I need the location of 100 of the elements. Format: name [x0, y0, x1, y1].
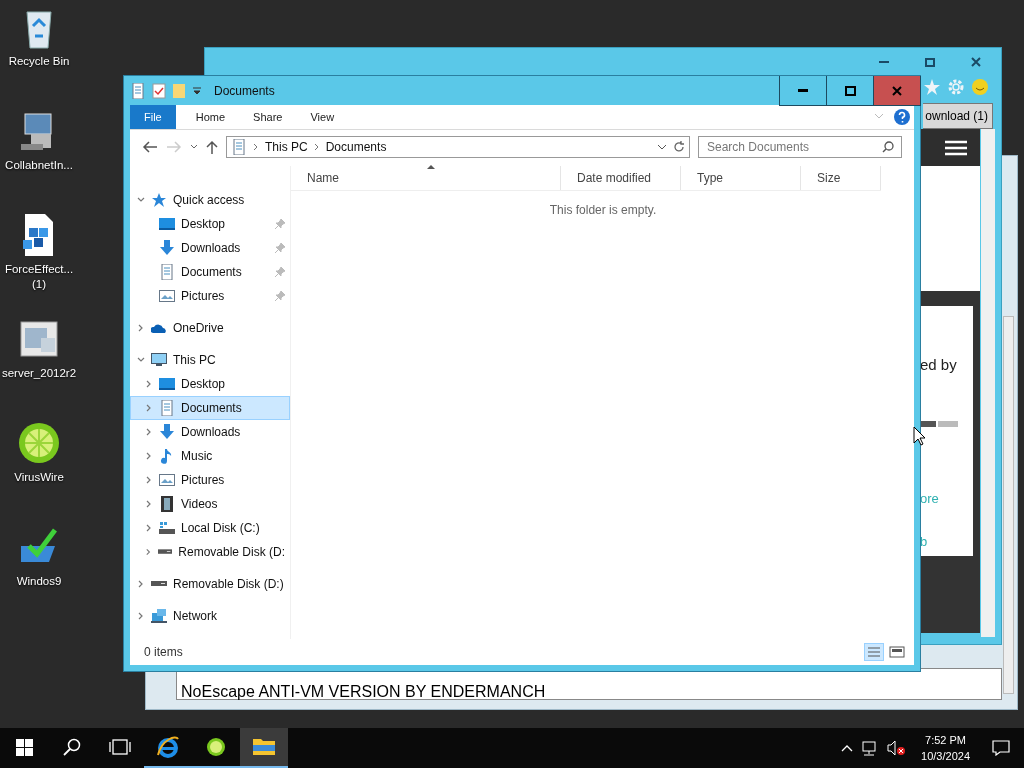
- close-icon: [971, 57, 981, 67]
- volume-muted-icon[interactable]: [887, 740, 906, 756]
- expand-chevron-icon[interactable]: [137, 612, 145, 620]
- expand-chevron-icon[interactable]: [145, 548, 153, 556]
- picture-icon: [159, 288, 175, 304]
- picture-icon: [159, 472, 175, 488]
- expand-chevron-icon[interactable]: [145, 452, 153, 460]
- search-field[interactable]: Search Documents: [698, 136, 902, 158]
- search-icon[interactable]: [882, 141, 894, 153]
- expand-chevron-icon[interactable]: [145, 500, 153, 508]
- windows-logo-icon: [15, 738, 33, 756]
- close-icon: [892, 85, 902, 96]
- nav-item[interactable]: Videos: [130, 492, 290, 516]
- scrollbar[interactable]: [1003, 316, 1014, 694]
- ribbon-tab[interactable]: Share: [239, 105, 297, 129]
- nav-item[interactable]: Network: [130, 604, 290, 628]
- breadcrumb-item[interactable]: This PC: [265, 140, 308, 154]
- minimize-icon: [879, 61, 889, 63]
- nav-item[interactable]: Documents: [130, 396, 290, 420]
- nav-item[interactable]: Removable Disk (D:: [130, 540, 290, 564]
- desktop-icon-label[interactable]: VirusWire: [14, 470, 64, 485]
- minimize-icon: [798, 89, 808, 92]
- desktop-icon-label[interactable]: ForceEffect... (1): [4, 262, 74, 292]
- drive-icon: [151, 581, 167, 587]
- breadcrumb-item[interactable]: Documents: [325, 140, 387, 154]
- nav-item[interactable]: Removable Disk (D:): [130, 572, 290, 596]
- nav-item[interactable]: Local Disk (C:): [130, 516, 290, 540]
- dropdown-icon[interactable]: [192, 85, 202, 96]
- maximize-icon: [925, 57, 935, 67]
- nav-item[interactable]: Desktop: [130, 212, 290, 236]
- document-icon: [231, 139, 247, 155]
- column-header[interactable]: Name: [291, 166, 561, 190]
- recent-dropdown-icon[interactable]: [190, 144, 198, 150]
- task-view-icon: [109, 739, 131, 755]
- expand-chevron-icon[interactable]: [145, 428, 153, 436]
- ribbon-tab[interactable]: View: [296, 105, 349, 129]
- star-icon[interactable]: [923, 78, 941, 96]
- scrollbar[interactable]: [981, 129, 995, 637]
- expand-chevron-icon[interactable]: [145, 476, 153, 484]
- document-icon: [130, 82, 146, 99]
- notifications-icon[interactable]: [992, 740, 1010, 756]
- properties-icon[interactable]: [152, 82, 166, 99]
- expand-chevron-icon[interactable]: [145, 404, 153, 412]
- desktop-icon-label[interactable]: CollabnetIn...: [5, 158, 73, 173]
- clock-date[interactable]: 10/3/2024: [921, 748, 970, 764]
- desktop-icon-label[interactable]: Recycle Bin: [8, 54, 70, 69]
- sort-arrow-icon: [427, 164, 435, 169]
- desktop-icon-label[interactable]: Windos9: [16, 574, 62, 589]
- menu-icon[interactable]: [945, 140, 967, 156]
- nav-item[interactable]: OneDrive: [130, 316, 290, 340]
- desktop-icon-label[interactable]: server_2012r2: [1, 366, 77, 381]
- back-arrow-icon[interactable]: [142, 141, 158, 153]
- taskbar-app[interactable]: [240, 728, 288, 768]
- nav-item[interactable]: Pictures: [130, 284, 290, 308]
- nav-item[interactable]: Documents: [130, 260, 290, 284]
- smiley-icon[interactable]: [971, 78, 989, 96]
- folder-icon: [253, 737, 275, 757]
- nav-item[interactable]: This PC: [130, 348, 290, 372]
- download-button[interactable]: ownload (1): [923, 103, 993, 129]
- desktop-icon: [159, 376, 175, 392]
- download-arrow-icon: [159, 240, 175, 256]
- disk-drive-icon: [159, 520, 175, 536]
- nav-item[interactable]: Pictures: [130, 468, 290, 492]
- dropdown-icon[interactable]: [657, 144, 667, 150]
- thumbnail-view-icon[interactable]: [888, 643, 906, 661]
- column-header[interactable]: Size: [801, 166, 881, 190]
- nav-item[interactable]: Downloads: [130, 420, 290, 444]
- address-bar[interactable]: This PC Documents: [226, 136, 690, 158]
- empty-folder-message: This folder is empty.: [548, 203, 658, 217]
- refresh-icon[interactable]: [673, 141, 685, 153]
- collapse-chevron-icon[interactable]: [137, 196, 145, 204]
- collapse-chevron-icon[interactable]: [137, 356, 145, 364]
- download-arrow-icon: [159, 424, 175, 440]
- nav-item[interactable]: Quick access: [130, 188, 290, 212]
- file-menu-tab[interactable]: File: [130, 105, 176, 129]
- expand-chevron-icon[interactable]: [145, 380, 153, 388]
- up-arrow-icon[interactable]: [206, 140, 218, 154]
- expand-chevron-icon[interactable]: [137, 580, 145, 588]
- help-icon[interactable]: [894, 109, 910, 125]
- lime-icon: [17, 420, 61, 466]
- column-header[interactable]: Type: [681, 166, 801, 190]
- maximize-icon: [844, 85, 856, 96]
- logo-drawing: [920, 420, 960, 428]
- lime-icon: [206, 737, 226, 757]
- close-button[interactable]: [873, 76, 920, 105]
- search-icon: [63, 738, 81, 756]
- breadcrumb-chevron-icon: [313, 143, 320, 151]
- window-title: Documents: [214, 83, 275, 98]
- nav-item[interactable]: Desktop: [130, 372, 290, 396]
- expand-chevron-icon[interactable]: [137, 324, 145, 332]
- card-text: ed by: [920, 356, 957, 373]
- nav-item[interactable]: Downloads: [130, 236, 290, 260]
- nav-item[interactable]: Music: [130, 444, 290, 468]
- column-header[interactable]: Date modified: [561, 166, 681, 190]
- browser-e-icon: [156, 735, 180, 759]
- expand-chevron-icon[interactable]: [145, 524, 153, 532]
- show-hidden-icons-icon[interactable]: [841, 744, 854, 752]
- clock-time[interactable]: 7:52 PM: [925, 732, 966, 748]
- document-icon: [159, 264, 175, 280]
- ribbon-tab[interactable]: Home: [181, 105, 240, 129]
